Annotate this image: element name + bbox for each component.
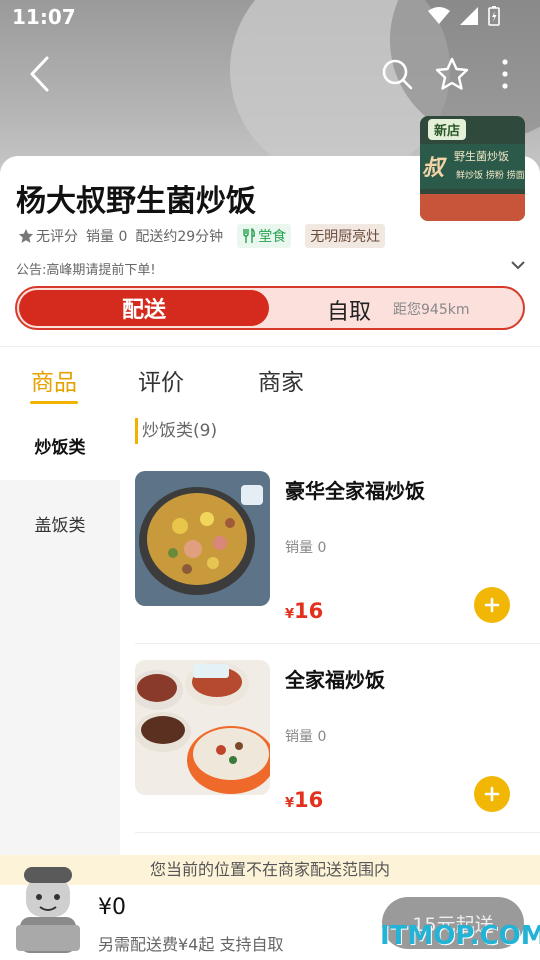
dish-image xyxy=(135,660,270,795)
expand-notice-button[interactable] xyxy=(510,256,526,275)
back-button[interactable] xyxy=(18,50,62,98)
dish-name: 豪华全家福炒饭 xyxy=(285,479,425,503)
item-divider xyxy=(135,643,540,644)
cart-subtext: 另需配送费¥4起 支持自取 xyxy=(98,935,284,954)
cart-total: ¥0 xyxy=(98,895,126,920)
dish-image xyxy=(135,471,270,606)
dish-sales: 销量 0 xyxy=(285,540,327,556)
price-currency: ¥ xyxy=(285,607,295,622)
add-to-cart-button[interactable] xyxy=(474,587,510,623)
thumbnail-sign-text: 野生菌炒饭 xyxy=(454,150,509,163)
more-vertical-icon xyxy=(502,59,508,89)
tab-bar: 商品 评价 商家 xyxy=(0,347,540,407)
cart-mascot[interactable] xyxy=(8,863,84,959)
sidebar-item-rice-bowl[interactable]: 盖饭类 xyxy=(0,488,120,558)
tab-products[interactable]: 商品 xyxy=(31,363,77,397)
store-sales: 销量 0 xyxy=(86,229,128,245)
star-outline-icon xyxy=(435,57,469,90)
distance-label: 距您945km xyxy=(393,302,470,318)
delivery-mode-switch: 配送 自取 距您945km xyxy=(15,286,525,330)
item-divider xyxy=(135,832,540,833)
status-time: 11:07 xyxy=(12,5,76,29)
delivery-time: 配送约29分钟 xyxy=(135,229,224,245)
dish-name: 全家福炒饭 xyxy=(285,668,385,692)
watermark: ITMOP.COM xyxy=(380,921,540,951)
dish-item[interactable]: 全家福炒饭 销量 0 ¥16 xyxy=(135,660,540,848)
store-name: 杨大叔野生菌炒饭 xyxy=(16,184,256,219)
section-title: 炒饭类(9) xyxy=(135,418,217,444)
price-value: 16 xyxy=(294,599,324,623)
category-sidebar: 炒饭类 盖饭类 xyxy=(0,410,120,860)
delivery-option[interactable]: 配送 xyxy=(19,290,269,326)
price-value: 16 xyxy=(294,788,324,812)
new-store-badge: 新店 xyxy=(428,119,467,140)
thumbnail-sign-char: 叔 xyxy=(422,156,445,181)
store-meta: 无评分 销量 0 配送约29分钟 堂食 无明厨亮灶 xyxy=(18,224,386,248)
search-icon xyxy=(382,59,413,90)
signal-icon xyxy=(460,7,478,25)
plus-icon xyxy=(484,597,500,613)
dish-price: ¥16 xyxy=(285,788,323,812)
plus-icon xyxy=(484,786,500,802)
chevron-down-icon xyxy=(511,261,525,270)
tab-reviews[interactable]: 评价 xyxy=(138,363,184,397)
open-kitchen-tag: 无明厨亮灶 xyxy=(305,224,386,248)
status-bar: 11:07 xyxy=(0,0,540,34)
dish-sales: 销量 0 xyxy=(285,729,327,745)
thumbnail-sign-sub: 鲜炒饭 捞粉 捞面 xyxy=(456,171,525,181)
back-arrow-icon xyxy=(30,56,49,92)
search-button[interactable] xyxy=(375,50,419,98)
dine-in-label: 堂食 xyxy=(258,229,287,245)
active-tab-indicator xyxy=(30,401,78,404)
dish-item[interactable]: 豪华全家福炒饭 销量 0 ¥16 xyxy=(135,471,540,659)
add-to-cart-button[interactable] xyxy=(474,776,510,812)
wifi-icon xyxy=(428,7,450,24)
store-rating: 无评分 xyxy=(36,229,78,245)
utensils-icon xyxy=(243,228,256,243)
status-icons xyxy=(428,6,500,26)
store-notice: 公告:高峰期请提前下单! xyxy=(16,263,156,278)
dish-price: ¥16 xyxy=(285,599,323,623)
sidebar-item-fried-rice[interactable]: 炒饭类 xyxy=(0,410,120,480)
top-action-bar xyxy=(0,50,540,100)
favorite-button[interactable] xyxy=(430,50,474,98)
dine-in-tag: 堂食 xyxy=(237,224,292,248)
more-button[interactable] xyxy=(483,50,527,98)
price-currency: ¥ xyxy=(285,796,295,811)
cart-bar: ¥0 另需配送费¥4起 支持自取 15元起送 ITMOP.COM xyxy=(0,867,540,960)
star-icon xyxy=(18,228,34,243)
tab-merchant[interactable]: 商家 xyxy=(258,363,304,397)
store-thumbnail[interactable]: 叔 野生菌炒饭 鲜炒饭 捞粉 捞面 新店 xyxy=(420,116,525,221)
battery-icon xyxy=(488,6,500,26)
thumbnail-bottom xyxy=(420,194,525,221)
self-pickup-option[interactable]: 自取 xyxy=(327,294,371,326)
